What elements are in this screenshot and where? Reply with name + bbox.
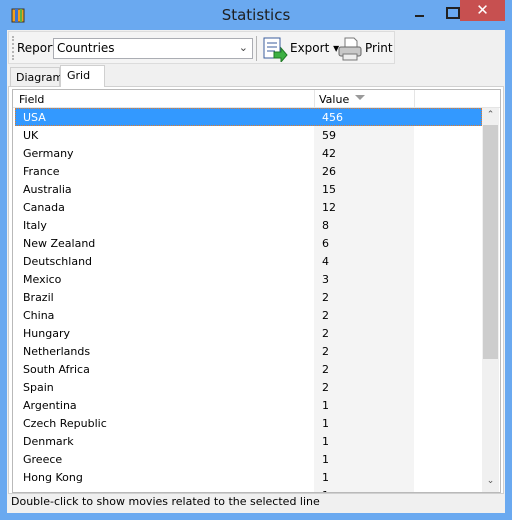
minimize-button[interactable] — [405, 0, 435, 24]
cell-field: Italy — [23, 219, 47, 232]
table-row[interactable]: Mexico 3 — [15, 270, 482, 288]
export-icon[interactable] — [262, 36, 288, 62]
grid-header: Field Value — [13, 90, 500, 108]
chevron-down-icon: ⌄ — [238, 41, 248, 54]
cell-field: Denmark — [23, 435, 74, 448]
cell-value: 6 — [322, 237, 329, 250]
report-label: Report — [17, 41, 57, 55]
table-row[interactable]: Canada 12 — [15, 198, 482, 216]
cell-field: Netherlands — [23, 345, 91, 358]
table-row[interactable]: New Zealand 6 — [15, 234, 482, 252]
print-button[interactable]: Print — [365, 41, 393, 55]
table-row[interactable]: China 2 — [15, 306, 482, 324]
cell-value: 59 — [322, 129, 336, 142]
sort-descending-icon — [355, 95, 365, 100]
column-header-field[interactable]: Field — [19, 93, 44, 106]
cell-value: 15 — [322, 183, 336, 196]
table-row[interactable]: Greece 1 — [15, 450, 482, 468]
cell-value: 26 — [322, 165, 336, 178]
export-label: Export — [290, 41, 330, 55]
title-bar: Statistics ✕ — [0, 0, 512, 31]
close-button[interactable]: ✕ — [460, 0, 505, 21]
tab-diagram[interactable]: Diagram — [10, 67, 63, 86]
table-row[interactable]: South Africa 2 — [15, 360, 482, 378]
cell-field: South Africa — [23, 363, 90, 376]
cell-field: USA — [23, 111, 46, 124]
cell-value: 1 — [322, 435, 329, 448]
cell-field: Canada — [23, 201, 65, 214]
cell-value: 3 — [322, 273, 329, 286]
table-row[interactable]: Netherlands 2 — [15, 342, 482, 360]
cell-field: France — [23, 165, 60, 178]
table-row[interactable]: 1 — [15, 486, 482, 492]
table-row[interactable]: Brazil 2 — [15, 288, 482, 306]
table-row[interactable]: Italy 8 — [15, 216, 482, 234]
cell-value: 1 — [322, 417, 329, 430]
cell-field: Deutschland — [23, 255, 93, 268]
cell-value: 2 — [322, 345, 329, 358]
toolbar: Report Countries ⌄ Export ▾ Print — [8, 31, 395, 64]
cell-field: Greece — [23, 453, 63, 466]
vertical-scrollbar[interactable]: ⌃ ⌄ — [482, 108, 499, 492]
statistics-grid[interactable]: Field Value USA 456 UK 59 Germany 42 France 26 A… — [12, 89, 501, 493]
cell-field: New Zealand — [23, 237, 96, 250]
scroll-down-icon[interactable]: ⌄ — [482, 476, 499, 490]
column-header-value[interactable]: Value — [319, 93, 349, 106]
scroll-up-icon[interactable]: ⌃ — [482, 110, 499, 124]
toolbar-grip[interactable] — [12, 36, 14, 60]
cell-field: Argentina — [23, 399, 77, 412]
table-row[interactable]: Czech Republic 1 — [15, 414, 482, 432]
table-row[interactable]: Hungary 2 — [15, 324, 482, 342]
cell-value: 8 — [322, 219, 329, 232]
tab-grid[interactable]: Grid — [60, 65, 105, 87]
cell-value: 456 — [322, 111, 343, 124]
table-row[interactable]: Spain 2 — [15, 378, 482, 396]
cell-value: 1 — [322, 399, 329, 412]
table-row[interactable]: Australia 15 — [15, 180, 482, 198]
report-value: Countries — [57, 41, 115, 55]
cell-field: China — [23, 309, 55, 322]
cell-value: 12 — [322, 201, 336, 214]
cell-field: Czech Republic — [23, 417, 107, 430]
cell-value: 42 — [322, 147, 336, 160]
export-button[interactable]: Export ▾ — [290, 41, 339, 55]
toolbar-divider — [256, 36, 257, 61]
table-row[interactable]: UK 59 — [15, 126, 482, 144]
cell-value: 2 — [322, 309, 329, 322]
cell-value: 1 — [322, 453, 329, 466]
column-divider[interactable] — [314, 90, 315, 108]
cell-field: Hungary — [23, 327, 70, 340]
report-select[interactable]: Countries ⌄ — [53, 38, 253, 59]
table-row[interactable]: Hong Kong 1 — [15, 468, 482, 486]
cell-field: Australia — [23, 183, 72, 196]
cell-value: 1 — [322, 489, 329, 492]
cell-value: 2 — [322, 381, 329, 394]
cell-field: Brazil — [23, 291, 54, 304]
cell-field: Mexico — [23, 273, 62, 286]
table-row[interactable]: Germany 42 — [15, 144, 482, 162]
cell-value: 2 — [322, 291, 329, 304]
grid-rows: USA 456 UK 59 Germany 42 France 26 Australia 15 Ca… — [15, 108, 482, 492]
cell-value: 2 — [322, 363, 329, 376]
table-row[interactable]: Deutschland 4 — [15, 252, 482, 270]
cell-value: 4 — [322, 255, 329, 268]
status-bar-text: Double-click to show movies related to t… — [11, 495, 320, 508]
window-title: Statistics — [221, 6, 291, 24]
cell-value: 1 — [322, 471, 329, 484]
cell-value: 2 — [322, 327, 329, 340]
table-row[interactable]: USA 456 — [15, 108, 482, 126]
column-divider[interactable] — [414, 90, 415, 108]
cell-field: Germany — [23, 147, 74, 160]
table-row[interactable]: Argentina 1 — [15, 396, 482, 414]
printer-icon[interactable] — [337, 36, 363, 62]
cell-field: Spain — [23, 381, 54, 394]
cell-field: Hong Kong — [23, 471, 83, 484]
scrollbar-thumb[interactable] — [483, 125, 498, 359]
cell-field: UK — [23, 129, 39, 142]
table-row[interactable]: Denmark 1 — [15, 432, 482, 450]
table-row[interactable]: France 26 — [15, 162, 482, 180]
